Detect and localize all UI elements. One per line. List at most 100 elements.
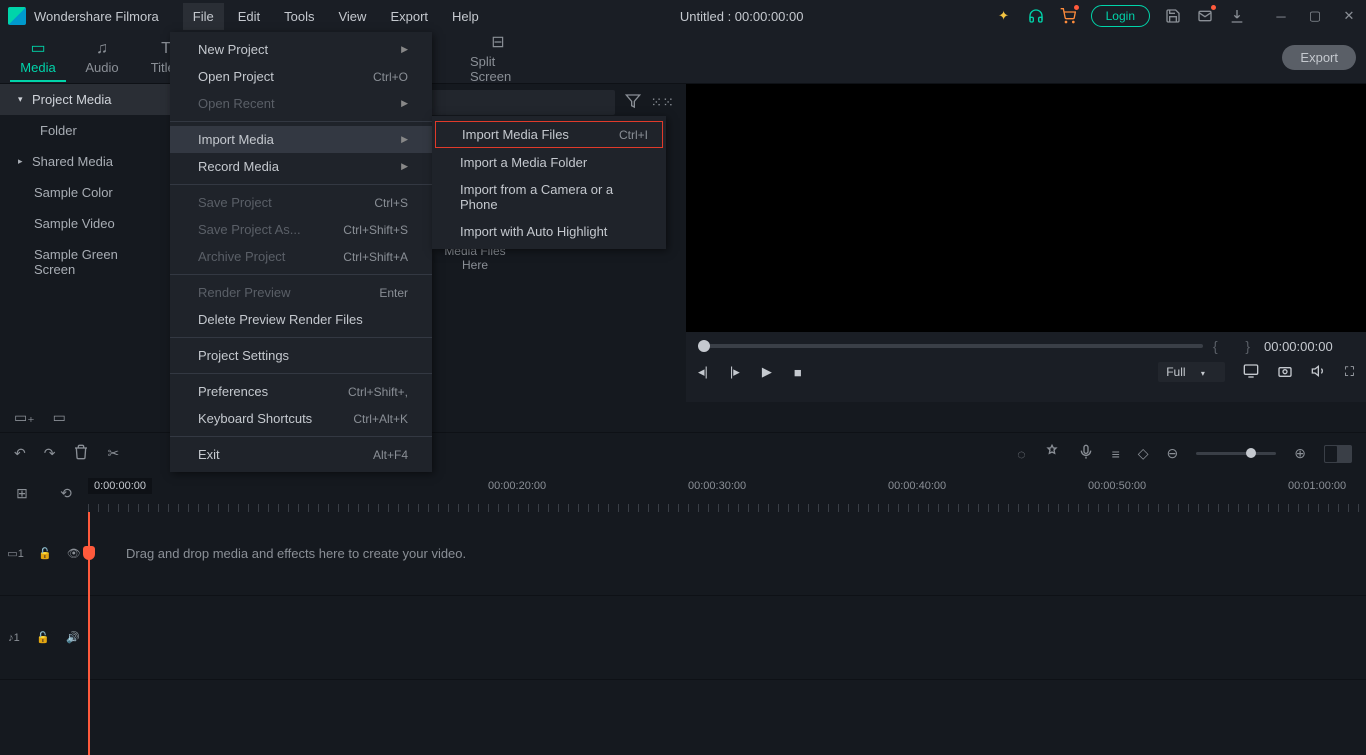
menu-preferences[interactable]: PreferencesCtrl+Shift+, [170, 378, 432, 405]
audio-track[interactable]: ♪1 🔓 🔊 [0, 596, 1366, 680]
voiceover-icon[interactable] [1078, 444, 1094, 463]
preview-scrubber[interactable] [698, 344, 1203, 348]
display-icon[interactable] [1243, 363, 1259, 382]
play-icon[interactable]: ▶ [762, 364, 772, 380]
split-clip-icon[interactable]: ✂ [107, 445, 119, 462]
menu-new-project[interactable]: New Project▶ [170, 36, 432, 63]
maximize-icon[interactable]: ▢ [1306, 7, 1324, 25]
marker-icon[interactable] [1044, 444, 1060, 463]
quality-select[interactable]: Full ▾ [1158, 362, 1225, 382]
file-menu: New Project▶ Open ProjectCtrl+O Open Rec… [170, 32, 432, 472]
menu-export[interactable]: Export [380, 3, 438, 30]
timeline: ⊞ ⟲ 0:00:00:00 00:00:20:00 00:00:30:00 0… [0, 474, 1366, 755]
sidebar-item-project-media[interactable]: ▾ Project Media [0, 84, 170, 115]
link-icon[interactable]: ⟲ [60, 485, 72, 502]
ruler-tick: 00:00:30:00 [688, 480, 746, 492]
tab-audio[interactable]: ♫ Audio [74, 34, 130, 82]
filter-icon[interactable] [625, 93, 641, 112]
message-icon[interactable] [1196, 7, 1214, 25]
menu-keyboard-shortcuts[interactable]: Keyboard ShortcutsCtrl+Alt+K [170, 405, 432, 432]
sidebar-label: Sample Color [34, 185, 113, 200]
menu-file[interactable]: File [183, 3, 224, 30]
audio-mixer-icon[interactable]: ≡ [1112, 446, 1120, 462]
submenu-import-auto-highlight[interactable]: Import with Auto Highlight [432, 218, 666, 245]
playhead[interactable] [88, 512, 90, 755]
submenu-import-media-folder[interactable]: Import a Media Folder [432, 149, 666, 176]
export-button[interactable]: Export [1282, 45, 1356, 70]
titlebar: Wondershare Filmora File Edit Tools View… [0, 0, 1366, 32]
menu-save-project-as[interactable]: Save Project As...Ctrl+Shift+S [170, 216, 432, 243]
zoom-slider[interactable] [1196, 452, 1276, 455]
keyframe-icon[interactable]: ◇ [1138, 445, 1149, 462]
idea-icon[interactable]: ✦ [995, 7, 1013, 25]
stop-icon[interactable]: ■ [794, 365, 802, 380]
close-icon[interactable]: ✕ [1340, 7, 1358, 25]
menu-tools[interactable]: Tools [274, 3, 324, 30]
sidebar-item-folder[interactable]: Folder [0, 115, 170, 146]
sidebar-item-shared-media[interactable]: ▸Shared Media [0, 146, 170, 177]
folder-open-icon[interactable]: ▭ [53, 409, 66, 426]
menu-help[interactable]: Help [442, 3, 489, 30]
track-size-toggle[interactable] [1324, 445, 1352, 463]
menu-record-media[interactable]: Record Media▶ [170, 153, 432, 180]
download-icon[interactable] [1228, 7, 1246, 25]
folder-icon: ▭ [30, 38, 45, 58]
submenu-import-camera[interactable]: Import from a Camera or a Phone [432, 176, 666, 218]
chevron-down-icon: ▾ [18, 94, 26, 105]
menu-view[interactable]: View [328, 3, 376, 30]
range-brackets: { } [1213, 338, 1254, 354]
ruler-tick: 00:00:40:00 [888, 480, 946, 492]
save-icon[interactable] [1164, 7, 1182, 25]
sidebar-item-sample-green-screen[interactable]: Sample Green Screen [0, 239, 170, 285]
menu-render-preview[interactable]: Render PreviewEnter [170, 279, 432, 306]
ruler-tick: 00:00:20:00 [488, 480, 546, 492]
track-manage-icon[interactable]: ⊞ [16, 485, 28, 502]
submenu-import-media-files[interactable]: Import Media FilesCtrl+I [435, 121, 663, 148]
menu-open-recent[interactable]: Open Recent▶ [170, 90, 432, 117]
speaker-icon[interactable]: 🔊 [66, 631, 80, 644]
sidebar-item-sample-video[interactable]: Sample Video [0, 208, 170, 239]
login-button[interactable]: Login [1091, 5, 1150, 27]
app-name: Wondershare Filmora [34, 9, 159, 24]
tab-audio-label: Audio [85, 60, 118, 75]
ruler-tick: 00:00:50:00 [1088, 480, 1146, 492]
cart-icon[interactable] [1059, 7, 1077, 25]
eye-icon[interactable]: 👁 [67, 547, 81, 560]
menu-open-project[interactable]: Open ProjectCtrl+O [170, 63, 432, 90]
fullscreen-icon[interactable]: ⛶ [1345, 364, 1354, 380]
headphones-icon[interactable] [1027, 7, 1045, 25]
menu-project-settings[interactable]: Project Settings [170, 342, 432, 369]
menu-import-media[interactable]: Import Media▶ [170, 126, 432, 153]
tab-media[interactable]: ▭ Media [10, 34, 66, 82]
lock-icon[interactable]: 🔓 [36, 631, 50, 644]
menu-delete-preview[interactable]: Delete Preview Render Files [170, 306, 432, 333]
menu-archive-project[interactable]: Archive ProjectCtrl+Shift+A [170, 243, 432, 270]
menu-edit[interactable]: Edit [228, 3, 270, 30]
grid-icon[interactable]: ⁙⁙ [651, 94, 674, 111]
undo-icon[interactable]: ↶ [14, 445, 26, 462]
timeline-drag-hint: Drag and drop media and effects here to … [126, 546, 466, 561]
snapshot-icon[interactable] [1277, 363, 1293, 382]
video-track-icon: ▭1 [7, 547, 24, 560]
zoom-in-icon[interactable]: ⊕ [1294, 445, 1306, 462]
minimize-icon[interactable]: ─ [1272, 7, 1290, 25]
prev-frame-icon[interactable]: ◂| [698, 364, 708, 380]
lock-icon[interactable]: 🔓 [38, 547, 52, 560]
new-folder-icon[interactable]: ▭₊ [14, 409, 35, 426]
video-track[interactable]: ▭1 🔓 👁 Drag and drop media and effects h… [0, 512, 1366, 596]
audio-track-icon: ♪1 [8, 632, 20, 644]
timeline-ruler[interactable]: 0:00:00:00 00:00:20:00 00:00:30:00 00:00… [88, 474, 1366, 512]
sidebar-label: Project Media [32, 92, 111, 107]
redo-icon[interactable]: ↷ [44, 445, 56, 462]
menu-save-project[interactable]: Save ProjectCtrl+S [170, 189, 432, 216]
zoom-out-icon[interactable]: ⊖ [1167, 445, 1179, 462]
volume-icon[interactable] [1311, 363, 1327, 382]
sidebar-label: Shared Media [32, 154, 113, 169]
tab-split-screen[interactable]: ⊟ Split Screen [470, 34, 526, 82]
menu-exit[interactable]: ExitAlt+F4 [170, 441, 432, 468]
sidebar-label: Sample Green Screen [34, 247, 158, 277]
sidebar-item-sample-color[interactable]: Sample Color [0, 177, 170, 208]
delete-icon[interactable] [73, 444, 89, 463]
render-icon[interactable]: ◌ [1017, 446, 1025, 462]
next-frame-icon[interactable]: |▸ [730, 364, 740, 380]
